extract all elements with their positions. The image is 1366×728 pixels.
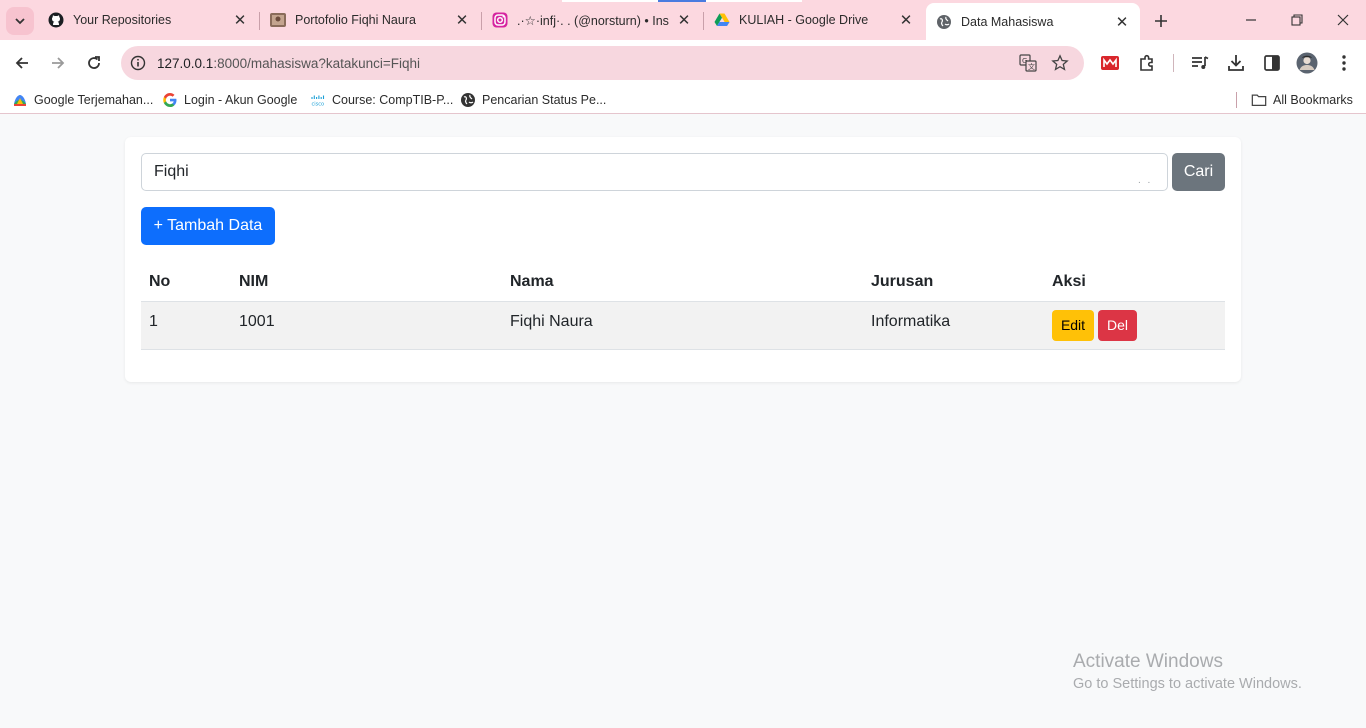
activate-windows-watermark: Activate Windows Go to Settings to activ…: [1073, 651, 1302, 692]
close-icon: [1337, 14, 1349, 26]
tab-instagram[interactable]: .·☆·infj·. . (@norsturn) • Ins ✕: [482, 4, 702, 36]
browser-toolbar: 127.0.0.1:8000/mahasiswa?katakunci=Fiqhi…: [0, 40, 1366, 86]
delete-button[interactable]: Del: [1098, 309, 1137, 341]
profile-avatar[interactable]: [1295, 51, 1319, 75]
side-panel-icon[interactable]: [1260, 51, 1284, 75]
column-header-jurusan: Jurusan: [863, 263, 1044, 302]
reload-icon: [88, 56, 100, 69]
tab-title: Portofolio Fiqhi Naura: [295, 13, 416, 27]
bookmark-course-comptib[interactable]: cisco Course: CompTIB-P...: [310, 90, 453, 110]
github-icon: [48, 12, 64, 28]
globe-icon: [936, 14, 952, 30]
column-header-nim: NIM: [231, 263, 502, 302]
forward-button[interactable]: [43, 48, 73, 78]
kebab-menu-icon[interactable]: [1332, 51, 1356, 75]
bookmarks-bar: Google Terjemahan... Login - Akun Google…: [0, 86, 1366, 114]
translate-favicon-icon: [12, 92, 28, 108]
translate-icon[interactable]: G文: [1017, 52, 1039, 74]
cell-nim: 1001: [231, 301, 502, 350]
tab-your-repositories[interactable]: Your Repositories ✕: [38, 4, 258, 36]
folder-icon: [1251, 92, 1267, 108]
column-header-no: No: [141, 263, 231, 302]
all-bookmarks-label: All Bookmarks: [1273, 93, 1353, 107]
close-window-button[interactable]: [1320, 0, 1366, 40]
student-table: No NIM Nama Jurusan Aksi 1 1001 Fiqhi Na…: [141, 263, 1225, 350]
add-data-button[interactable]: + Tambah Data: [141, 207, 275, 245]
column-header-nama: Nama: [502, 263, 863, 302]
tab-title: .·☆·infj·. . (@norsturn) • Ins: [517, 13, 669, 28]
watermark-subtitle: Go to Settings to activate Windows.: [1073, 676, 1302, 692]
close-icon[interactable]: ✕: [232, 12, 248, 29]
cisco-icon: cisco: [310, 92, 326, 108]
tab-strip: Your Repositories ✕ Portofolio Fiqhi Nau…: [0, 0, 1366, 40]
cell-nama: Fiqhi Naura: [502, 301, 863, 350]
close-icon[interactable]: ✕: [1114, 14, 1130, 31]
bookmark-label: Pencarian Status Pe...: [482, 93, 607, 107]
extension-m-icon[interactable]: [1098, 51, 1122, 75]
restore-button[interactable]: [1274, 0, 1320, 40]
close-icon[interactable]: ✕: [454, 12, 470, 29]
minimize-button[interactable]: [1228, 0, 1274, 40]
photo-favicon-icon: [270, 12, 286, 28]
tab-search-button[interactable]: [6, 7, 34, 35]
cell-aksi: Edit Del: [1044, 301, 1225, 350]
table-header-row: No NIM Nama Jurusan Aksi: [141, 263, 1225, 302]
bookmark-login-akun-google[interactable]: Login - Akun Google: [162, 90, 297, 110]
minimize-icon: [1246, 19, 1256, 21]
bookmark-google-terjemahan[interactable]: Google Terjemahan...: [12, 90, 153, 110]
bookmark-label: Google Terjemahan...: [34, 93, 154, 107]
toolbar-divider: [1173, 54, 1174, 72]
google-drive-icon: [714, 12, 730, 28]
table-row: 1 1001 Fiqhi Naura Informatika Edit Del: [141, 301, 1225, 350]
tab-title: Your Repositories: [73, 13, 172, 27]
instagram-icon: [492, 12, 508, 28]
new-tab-button[interactable]: [1148, 8, 1174, 34]
back-button[interactable]: [7, 48, 37, 78]
plus-icon: [1155, 15, 1167, 27]
chevron-down-icon: [15, 18, 25, 25]
extensions-puzzle-icon[interactable]: [1135, 51, 1159, 75]
google-icon: [162, 92, 178, 108]
arrow-left-icon: [15, 57, 28, 69]
search-input[interactable]: [141, 153, 1168, 191]
media-controls-icon[interactable]: [1188, 51, 1212, 75]
cell-no: 1: [141, 301, 231, 350]
bookmark-label: Login - Akun Google: [184, 93, 298, 107]
tab-portofolio[interactable]: Portofolio Fiqhi Naura ✕: [260, 4, 480, 36]
url-host: 127.0.0.1: [157, 55, 214, 71]
tab-title: KULIAH - Google Drive: [739, 13, 869, 27]
tab-data-mahasiswa[interactable]: Data Mahasiswa ✕: [926, 3, 1140, 40]
url-path: :8000/mahasiswa?katakunci=Fiqhi: [213, 55, 421, 71]
restore-icon: [1291, 14, 1303, 26]
address-bar[interactable]: 127.0.0.1:8000/mahasiswa?katakunci=Fiqhi…: [121, 46, 1084, 80]
bookmarks-divider: [1236, 92, 1237, 108]
cell-jurusan: Informatika: [863, 301, 1044, 350]
bookmark-pencarian-status[interactable]: Pencarian Status Pe...: [460, 90, 606, 110]
column-header-aksi: Aksi: [1044, 263, 1225, 302]
svg-text:文: 文: [1028, 62, 1035, 71]
info-icon[interactable]: [127, 52, 149, 74]
arrow-right-icon: [52, 57, 65, 69]
globe-icon: [460, 92, 476, 108]
url-text: 127.0.0.1:8000/mahasiswa?katakunci=Fiqhi: [157, 56, 420, 71]
star-icon[interactable]: [1049, 52, 1071, 74]
watermark-title: Activate Windows: [1073, 651, 1223, 672]
search-button[interactable]: Cari: [1172, 153, 1225, 191]
content-card: . . Cari + Tambah Data No NIM Nama Jurus…: [125, 137, 1241, 382]
tab-title: Data Mahasiswa: [961, 14, 1054, 29]
reload-button[interactable]: [79, 48, 109, 78]
tab-google-drive[interactable]: KULIAH - Google Drive ✕: [704, 4, 924, 36]
input-dots: . .: [1138, 175, 1153, 186]
close-icon[interactable]: ✕: [676, 12, 692, 29]
edit-button[interactable]: Edit: [1052, 309, 1094, 341]
tab-loading-indicator-accent: [658, 0, 706, 2]
download-icon[interactable]: [1224, 51, 1248, 75]
all-bookmarks-button[interactable]: All Bookmarks: [1251, 90, 1353, 110]
svg-text:cisco: cisco: [312, 102, 325, 108]
close-icon[interactable]: ✕: [898, 12, 914, 29]
bookmark-label: Course: CompTIB-P...: [332, 93, 454, 107]
